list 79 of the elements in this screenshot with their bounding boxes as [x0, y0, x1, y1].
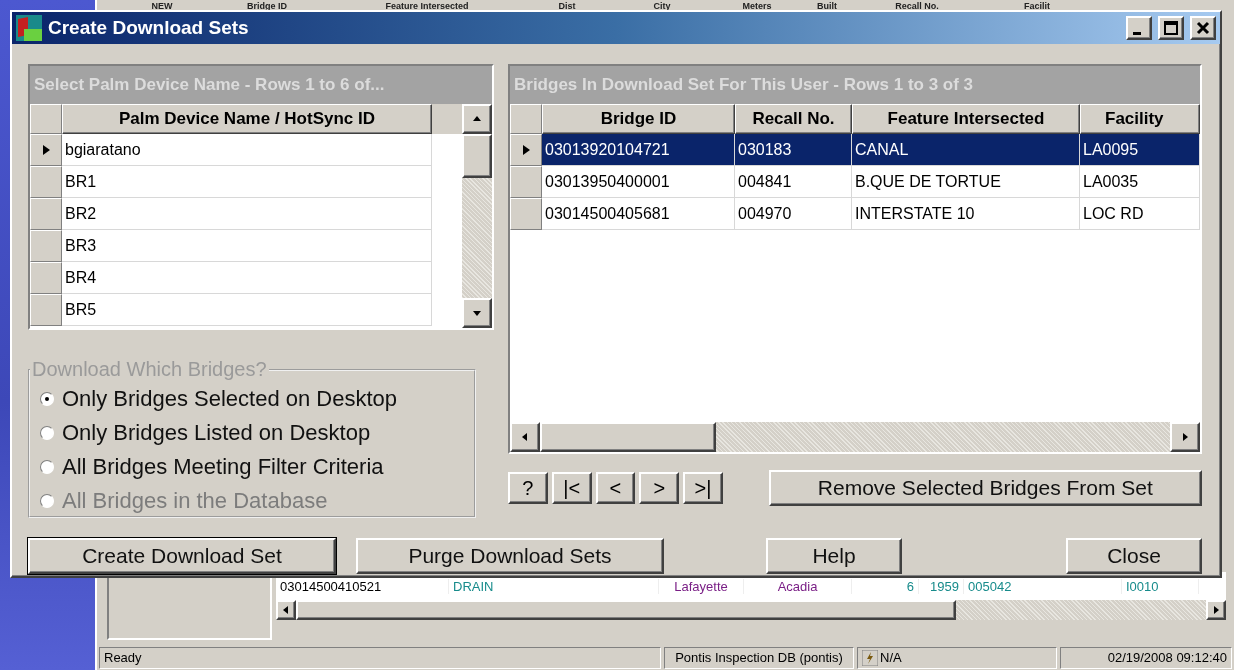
status-database: Pontis Inspection DB (pontis) [664, 647, 854, 669]
table-cell[interactable]: BR3 [62, 230, 432, 262]
column-header[interactable]: Bridge ID [542, 104, 735, 134]
scroll-thumb[interactable] [540, 422, 716, 452]
column-header: Recall No. [894, 0, 940, 12]
table-cell[interactable]: BR5 [62, 294, 432, 326]
radio-button[interactable] [40, 426, 54, 440]
table-cell[interactable]: 030183 [735, 134, 852, 166]
close-icon [1196, 21, 1210, 35]
app-icon [16, 15, 42, 41]
radio-option[interactable]: Only Bridges Selected on Desktop [40, 383, 464, 415]
column-header: Meters [741, 0, 773, 12]
table-cell[interactable]: LOC RD [1080, 198, 1200, 230]
column-header[interactable]: Palm Device Name / HotSync ID [62, 104, 432, 134]
row-header[interactable] [30, 134, 62, 166]
dialog-button[interactable]: Purge Download Sets [356, 537, 664, 574]
table-cell[interactable]: CANAL [852, 134, 1080, 166]
minimize-icon [1133, 31, 1141, 35]
row-pointer-icon [521, 145, 531, 155]
table-cell[interactable]: BR2 [62, 198, 432, 230]
navigation-button[interactable]: < [595, 472, 636, 504]
column-header[interactable]: Facility [1080, 104, 1200, 134]
dialog-button[interactable]: Create Download Set [28, 537, 336, 574]
group-legend: Download Which Bridges? [30, 358, 269, 381]
remove-button[interactable]: Remove Selected Bridges From Set [768, 470, 1202, 506]
column-header: City [652, 0, 672, 12]
up-arrow-icon [472, 114, 482, 124]
panel-caption: Bridges In Download Set For This User - Rows 1 to 3 of 3 [510, 66, 1200, 104]
right-arrow-icon [1180, 432, 1190, 442]
horizontal-scrollbar[interactable] [510, 422, 1200, 452]
column-header: Facilit [1023, 0, 1051, 12]
radio-option[interactable]: All Bridges Meeting Filter Criteria [40, 451, 464, 483]
table-cell[interactable]: B.QUE DE TORTUE [852, 166, 1080, 198]
table-cell[interactable]: bgiaratano [62, 134, 432, 166]
column-header: Built [816, 0, 838, 12]
status-message: Ready [99, 647, 661, 669]
table-cell[interactable]: 03014500405681 [542, 198, 735, 230]
table-cell[interactable]: 004970 [735, 198, 852, 230]
close-button[interactable] [1190, 16, 1216, 40]
column-header: Feature Intersected [384, 0, 470, 12]
row-header[interactable] [510, 134, 542, 166]
right-arrow-icon [1211, 605, 1221, 615]
column-header[interactable]: Feature Intersected [852, 104, 1080, 134]
panel-caption: Select Palm Device Name - Rows 1 to 6 of... [30, 66, 492, 104]
dialog-button[interactable]: Help [766, 537, 902, 574]
window-title: Create Download Sets [48, 17, 250, 39]
table-cell[interactable]: 03013950400001 [542, 166, 735, 198]
table-cell[interactable]: LA0095 [1080, 134, 1200, 166]
column-header: Bridge ID [246, 0, 288, 12]
radio-option[interactable]: Only Bridges Listed on Desktop [40, 417, 464, 449]
scroll-thumb[interactable] [462, 134, 492, 178]
minimize-button[interactable] [1126, 16, 1152, 40]
radio-button[interactable] [40, 460, 54, 474]
navigation-button[interactable]: ? [508, 472, 548, 504]
radio-button[interactable] [40, 392, 54, 406]
down-arrow-icon [472, 308, 482, 318]
table-cell[interactable]: BR1 [62, 166, 432, 198]
column-header[interactable]: Recall No. [735, 104, 852, 134]
maximize-button[interactable] [1158, 16, 1184, 40]
status-mode: N/A [880, 649, 902, 667]
table-cell[interactable]: 03013920104721 [542, 134, 735, 166]
vertical-scrollbar[interactable] [462, 104, 492, 328]
table-cell[interactable]: LA0035 [1080, 166, 1200, 198]
column-header: NEW [150, 0, 174, 12]
table-cell[interactable]: 004841 [735, 166, 852, 198]
navigation-button[interactable]: |< [551, 472, 592, 504]
horizontal-scrollbar[interactable] [276, 600, 1226, 620]
row-pointer-icon [41, 145, 51, 155]
status-datetime: 02/19/2008 09:12:40 [1060, 647, 1232, 669]
table-cell[interactable]: INTERSTATE 10 [852, 198, 1080, 230]
left-arrow-icon [281, 605, 291, 615]
column-header: Dist [557, 0, 577, 12]
left-arrow-icon [520, 432, 530, 442]
table-cell[interactable]: BR4 [62, 262, 432, 294]
dialog-button[interactable]: Close [1066, 537, 1202, 574]
scroll-thumb[interactable] [296, 600, 956, 620]
maximize-icon [1164, 21, 1178, 35]
navigation-button[interactable]: > [639, 472, 680, 504]
navigation-button[interactable]: >| [683, 472, 723, 504]
